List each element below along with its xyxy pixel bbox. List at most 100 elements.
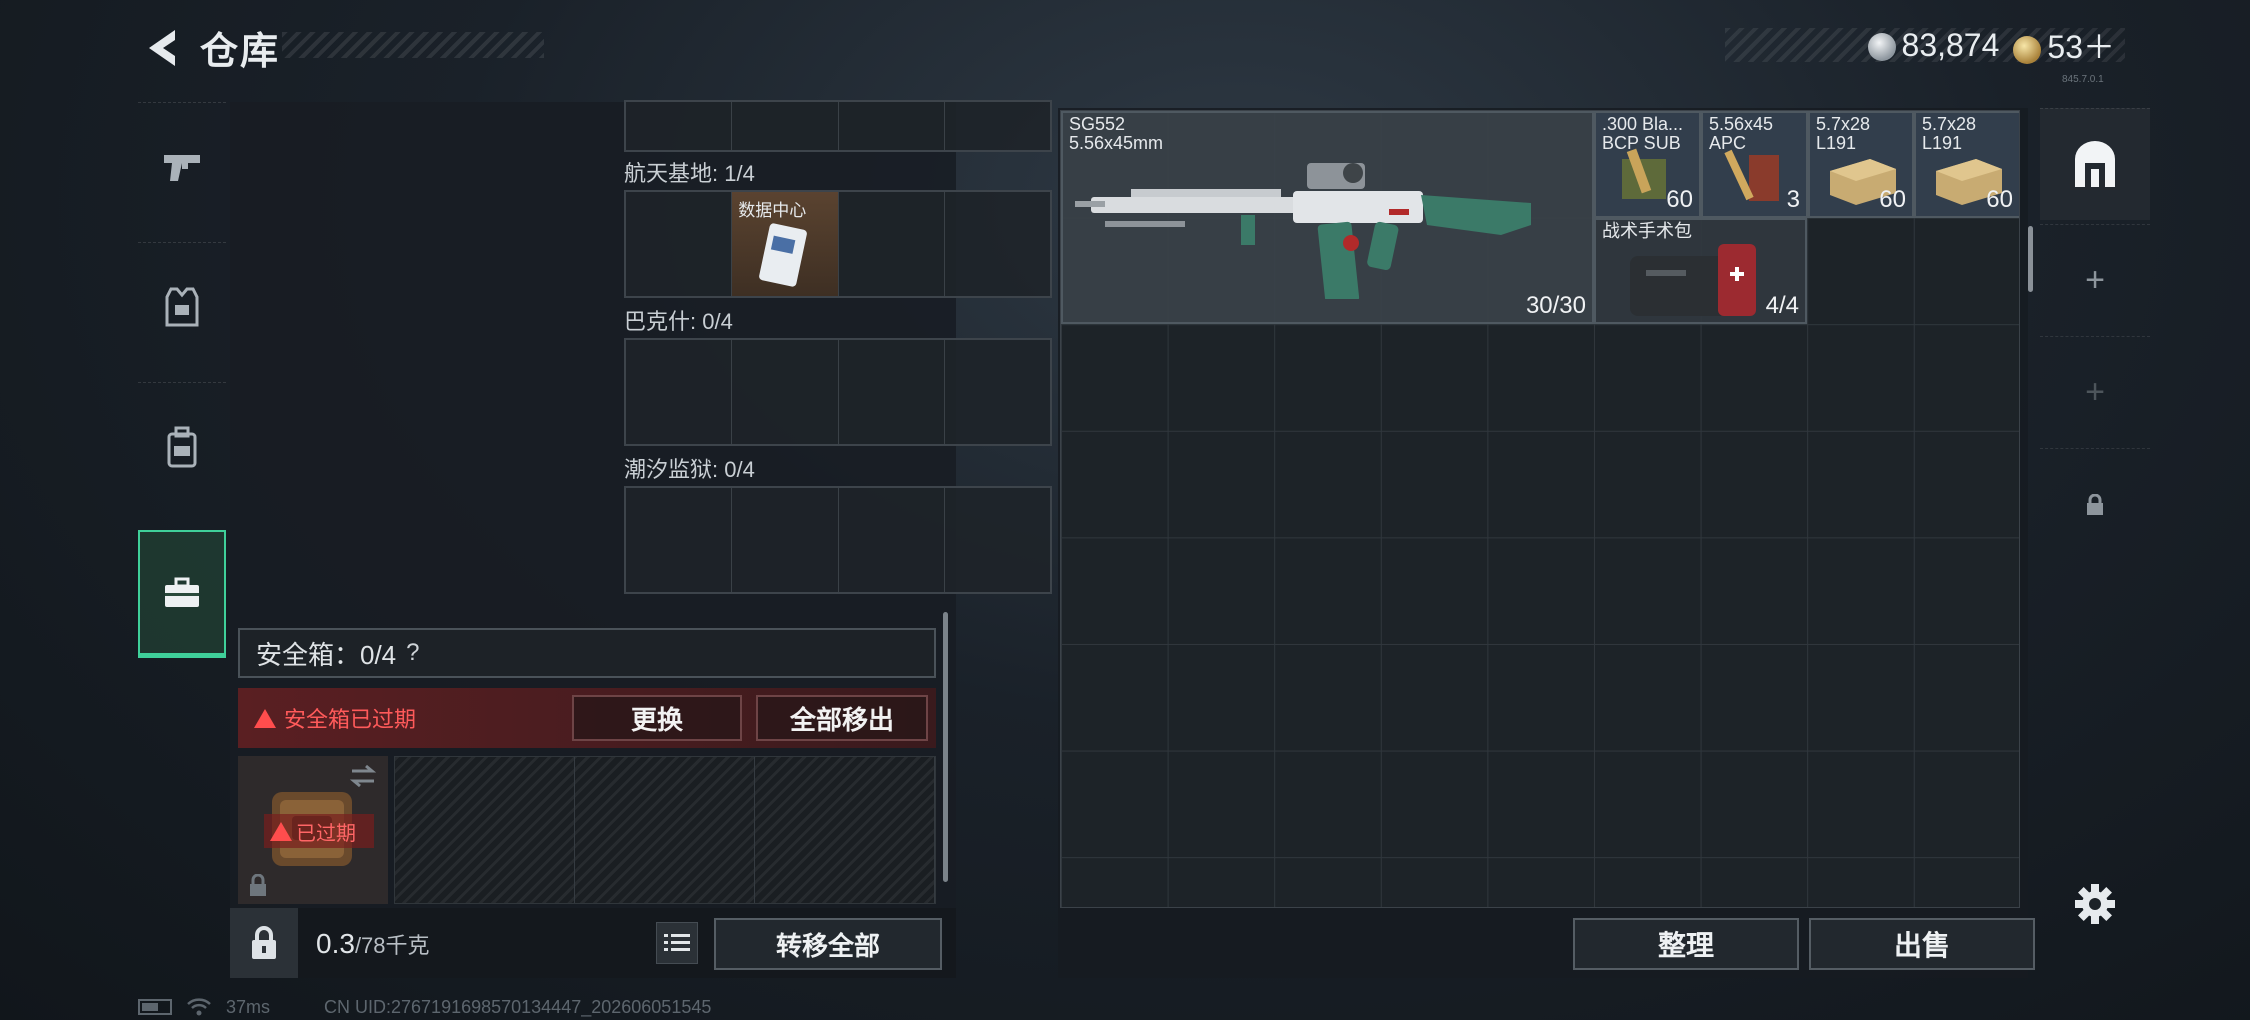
gear-icon — [2075, 884, 2115, 924]
safebox-container-slot[interactable]: 已过期 — [238, 756, 388, 904]
left-footer: 0.3/78千克 转移全部 — [230, 908, 956, 978]
stash-item-medkit[interactable]: 战术手术包 4/4 — [1594, 218, 1807, 324]
stash-item-ammo[interactable]: 5.56x45 APC 3 — [1701, 111, 1808, 218]
plus-icon: + — [2085, 373, 2105, 411]
warning-icon — [254, 708, 276, 728]
overdue-badge: 已过期 — [264, 814, 374, 848]
safebox-slot[interactable] — [575, 757, 755, 903]
remove-all-button[interactable]: 全部移出 — [756, 695, 928, 741]
item-name: 5.7x28 L191 — [1922, 114, 1977, 153]
item-name: 战术手术包 — [1602, 221, 1692, 241]
help-icon[interactable]: ? — [406, 639, 419, 667]
stash-item-weapon[interactable]: SG552 5.56x45mm 30/30 — [1061, 111, 1594, 324]
small-lock-icon — [250, 874, 266, 896]
key-slot[interactable] — [945, 192, 1050, 296]
safebox-slot[interactable] — [755, 757, 935, 903]
backpack-icon — [167, 426, 197, 467]
vest-icon — [165, 287, 199, 326]
list-view-button[interactable] — [656, 922, 698, 964]
tab-backpack[interactable] — [138, 382, 226, 510]
status-bar: 37ms CN UID:2767191698570134447_20260605… — [138, 996, 711, 1018]
silver-currency: 83,874 — [1867, 27, 1999, 64]
stash-item-ammo[interactable]: 5.7x28 L191 60 — [1914, 111, 2019, 218]
ping-text: 37ms — [226, 996, 271, 1017]
tab-armor[interactable] — [138, 242, 226, 370]
safebox-header: 安全箱：0/4 ? — [238, 628, 936, 678]
back-button[interactable] — [135, 22, 187, 74]
wifi-icon — [187, 998, 211, 1016]
item-count: 60 — [1879, 186, 1906, 213]
key-slot[interactable] — [626, 340, 733, 444]
item-count: 60 — [1986, 186, 2013, 213]
stash-scrollbar[interactable] — [2028, 226, 2033, 292]
stash-panel: SG552 5.56x45mm 30/30 .300 Bla... BCP SU… — [1058, 108, 2035, 978]
key-slot-filled[interactable]: 数据中心 — [732, 192, 839, 296]
stash-item-ammo[interactable]: .300 Bla... BCP SUB 60 — [1594, 111, 1701, 218]
key-area-label: 潮汐监狱: 0/4 — [624, 457, 755, 482]
key-slot[interactable] — [732, 340, 839, 444]
stash-item-ammo[interactable]: 5.7x28 L191 60 — [1808, 111, 1914, 218]
key-slot-row — [624, 338, 1052, 446]
title-decoration — [282, 32, 544, 58]
key-slot[interactable] — [945, 340, 1050, 444]
item-count: 4/4 — [1765, 292, 1799, 319]
key-slot[interactable] — [732, 102, 839, 150]
key-slot[interactable] — [945, 488, 1050, 592]
tab-safebox[interactable] — [138, 530, 226, 658]
warning-icon — [270, 821, 292, 841]
gold-coin-icon — [2013, 35, 2042, 64]
key-slot-row — [624, 486, 1052, 594]
stash-grid[interactable]: SG552 5.56x45mm 30/30 .300 Bla... BCP SU… — [1060, 110, 2020, 908]
pistol-icon — [164, 154, 200, 181]
stash-tab-main[interactable] — [2040, 108, 2150, 220]
add-stash-tab-button[interactable]: + — [2040, 224, 2150, 336]
lock-icon — [252, 926, 276, 959]
lock-button[interactable] — [230, 908, 298, 978]
expired-text: 安全箱已过期 — [284, 707, 417, 732]
key-slot[interactable] — [732, 488, 839, 592]
locked-stash-tab[interactable] — [2040, 448, 2150, 560]
sort-button[interactable]: 整理 — [1573, 918, 1799, 970]
weight-indicator: 0.3/78千克 — [316, 928, 430, 959]
replace-button[interactable]: 更换 — [572, 695, 742, 741]
key-slot-row-top — [624, 100, 1052, 152]
key-slot[interactable] — [839, 340, 945, 444]
item-count: 60 — [1666, 186, 1693, 213]
item-name: 5.7x28 L191 — [1816, 114, 1871, 153]
silver-coin-icon — [1867, 33, 1896, 62]
gold-currency[interactable]: 53＋ — [2013, 22, 2115, 68]
key-slot[interactable] — [626, 102, 733, 150]
back-arrow-icon — [149, 30, 175, 66]
key-slot[interactable] — [839, 488, 945, 592]
category-tabs — [138, 102, 226, 674]
settings-button[interactable] — [2040, 848, 2150, 960]
tab-weapons[interactable] — [138, 102, 226, 230]
page-title: 仓库 — [200, 31, 281, 73]
medkit-icon — [1630, 244, 1756, 316]
safebox-slot[interactable] — [395, 757, 575, 903]
left-scrollbar[interactable] — [943, 612, 948, 882]
battery-icon — [138, 999, 172, 1015]
swap-icon[interactable] — [348, 764, 378, 788]
key-slot[interactable] — [626, 488, 733, 592]
key-slot[interactable] — [945, 102, 1050, 150]
key-slot[interactable] — [839, 102, 945, 150]
item-count: 3 — [1786, 186, 1800, 213]
add-stash-tab-button[interactable]: + — [2040, 336, 2150, 448]
safebox-slots: 已过期 — [238, 756, 936, 904]
stash-icon — [2075, 140, 2115, 187]
transfer-all-button[interactable]: 转移全部 — [714, 918, 942, 970]
ammo-box-icon — [1724, 149, 1779, 201]
version-tag: 845.7.0.1 — [2062, 74, 2104, 85]
safebox-grid — [394, 756, 936, 904]
key-slot-row: 数据中心 — [624, 190, 1052, 298]
sell-button[interactable]: 出售 — [1809, 918, 2035, 970]
briefcase-icon — [165, 577, 199, 607]
plus-icon: + — [2085, 261, 2105, 299]
keycard-icon — [759, 223, 808, 287]
item-count: 30/30 — [1525, 292, 1586, 319]
list-icon — [664, 934, 690, 951]
key-slot[interactable] — [626, 192, 733, 296]
key-slot[interactable] — [839, 192, 945, 296]
lock-icon — [2087, 493, 2103, 515]
